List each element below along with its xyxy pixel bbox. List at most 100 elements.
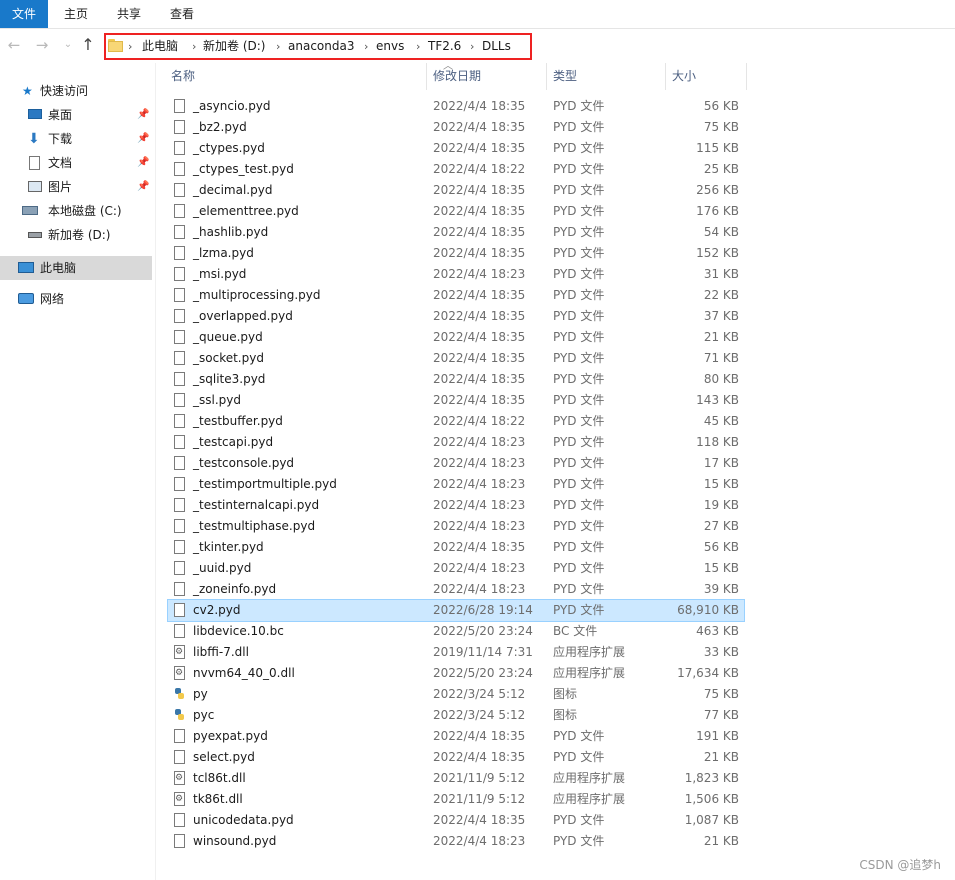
breadcrumb-anaconda3[interactable]: anaconda3 — [288, 35, 354, 58]
file-row[interactable]: _elementtree.pyd 2022/4/4 18:35 PYD 文件 176 … — [168, 201, 744, 222]
file-row[interactable]: py 2022/3/24 5:12 图标 75 KB — [168, 684, 744, 705]
file-name: _sqlite3.pyd — [193, 372, 266, 386]
file-date: 2022/4/4 18:23 — [433, 834, 526, 848]
file-row[interactable]: _ctypes.pyd 2022/4/4 18:35 PYD 文件 115 KB — [168, 138, 744, 159]
file-type: PYD 文件 — [553, 183, 605, 197]
file-name: _ctypes_test.pyd — [193, 162, 294, 176]
file-row[interactable]: _sqlite3.pyd 2022/4/4 18:35 PYD 文件 80 KB — [168, 369, 744, 390]
chevron-down-icon[interactable]: ⌄ — [58, 35, 78, 55]
file-row[interactable]: _queue.pyd 2022/4/4 18:35 PYD 文件 21 KB — [168, 327, 744, 348]
file-row[interactable]: _overlapped.pyd 2022/4/4 18:35 PYD 文件 37 KB — [168, 306, 744, 327]
pin-icon: 📌 — [137, 133, 150, 144]
column-date-modified[interactable]: 修改日期 — [427, 63, 547, 90]
file-size: 1,087 KB — [684, 813, 739, 827]
file-size: 37 KB — [703, 309, 739, 323]
file-row[interactable]: _testconsole.pyd 2022/4/4 18:23 PYD 文件 17 K… — [168, 453, 744, 474]
file-icon — [174, 540, 185, 554]
sidebar-item-this-pc[interactable]: 此电脑 — [0, 256, 152, 280]
file-row[interactable]: winsound.pyd 2022/4/4 18:23 PYD 文件 21 KB — [168, 831, 744, 852]
tab-view[interactable]: 查看 — [160, 0, 204, 28]
file-row[interactable]: pyexpat.pyd 2022/4/4 18:35 PYD 文件 191 KB — [168, 726, 744, 747]
file-type: PYD 文件 — [553, 246, 605, 260]
file-type: PYD 文件 — [553, 435, 605, 449]
file-row[interactable]: libdevice.10.bc 2022/5/20 23:24 BC 文件 463 K… — [168, 621, 744, 642]
file-type: PYD 文件 — [553, 834, 605, 848]
arrow-up-icon[interactable]: ↑ — [78, 35, 98, 55]
file-icon — [174, 582, 185, 596]
sidebar-item-documents[interactable]: 文档 📌 — [0, 151, 152, 175]
file-row[interactable]: _asyncio.pyd 2022/4/4 18:35 PYD 文件 56 KB — [168, 96, 744, 117]
file-size: 17 KB — [703, 456, 739, 470]
file-date: 2022/6/28 19:14 — [433, 603, 533, 617]
file-row[interactable]: tk86t.dll 2021/11/9 5:12 应用程序扩展 1,506 KB — [168, 789, 744, 810]
breadcrumb-tf26[interactable]: TF2.6 — [428, 35, 461, 58]
file-row[interactable]: _decimal.pyd 2022/4/4 18:35 PYD 文件 256 KB — [168, 180, 744, 201]
file-name: _socket.pyd — [193, 351, 264, 365]
file-date: 2022/4/4 18:23 — [433, 435, 526, 449]
file-row[interactable]: select.pyd 2022/4/4 18:35 PYD 文件 21 KB — [168, 747, 744, 768]
file-row[interactable]: _testinternalcapi.pyd 2022/4/4 18:23 PYD 文… — [168, 495, 744, 516]
file-row[interactable]: _testbuffer.pyd 2022/4/4 18:22 PYD 文件 45 KB — [168, 411, 744, 432]
sidebar-item-network[interactable]: 网络 — [0, 287, 152, 311]
file-name: _asyncio.pyd — [193, 99, 271, 113]
tab-share[interactable]: 共享 — [107, 0, 151, 28]
sidebar-item-downloads[interactable]: ⬇ 下载 📌 — [0, 127, 152, 151]
file-row[interactable]: pyc 2022/3/24 5:12 图标 77 KB — [168, 705, 744, 726]
file-row[interactable]: cv2.pyd 2022/6/28 19:14 PYD 文件 68,910 KB — [167, 599, 745, 622]
file-row[interactable]: _msi.pyd 2022/4/4 18:23 PYD 文件 31 KB — [168, 264, 744, 285]
dll-file-icon — [174, 789, 185, 810]
file-row[interactable]: _ssl.pyd 2022/4/4 18:35 PYD 文件 143 KB — [168, 390, 744, 411]
file-row[interactable]: _tkinter.pyd 2022/4/4 18:35 PYD 文件 56 KB — [168, 537, 744, 558]
file-row[interactable]: unicodedata.pyd 2022/4/4 18:35 PYD 文件 1,087… — [168, 810, 744, 831]
file-type: PYD 文件 — [553, 372, 605, 386]
file-date: 2022/4/4 18:23 — [433, 498, 526, 512]
file-row[interactable]: _bz2.pyd 2022/4/4 18:35 PYD 文件 75 KB — [168, 117, 744, 138]
breadcrumb-envs[interactable]: envs — [376, 35, 404, 58]
file-row[interactable]: _lzma.pyd 2022/4/4 18:35 PYD 文件 152 KB — [168, 243, 744, 264]
sidebar-item-desktop[interactable]: 桌面 📌 — [0, 103, 152, 127]
sidebar-item-drive-c[interactable]: 本地磁盘 (C:) — [0, 199, 152, 223]
sidebar-item-pictures[interactable]: 图片 📌 — [0, 175, 152, 199]
column-size[interactable]: 大小 — [666, 63, 747, 90]
file-name: _testmultiphase.pyd — [193, 519, 316, 533]
file-row[interactable]: _socket.pyd 2022/4/4 18:35 PYD 文件 71 KB — [168, 348, 744, 369]
breadcrumb-dlls[interactable]: DLLs — [482, 35, 511, 58]
file-row[interactable]: tcl86t.dll 2021/11/9 5:12 应用程序扩展 1,823 KB — [168, 768, 744, 789]
file-row[interactable]: _multiprocessing.pyd 2022/4/4 18:35 PYD 文件… — [168, 285, 744, 306]
file-size: 176 KB — [696, 204, 739, 218]
file-icon — [174, 183, 185, 197]
file-icon — [174, 288, 185, 302]
file-row[interactable]: _testmultiphase.pyd 2022/4/4 18:23 PYD 文件 2… — [168, 516, 744, 537]
file-row[interactable]: nvvm64_40_0.dll 2022/5/20 23:24 应用程序扩展 17,6… — [168, 663, 744, 684]
sidebar-item-drive-d[interactable]: 新加卷 (D:) — [0, 223, 152, 247]
column-name[interactable]: 名称 — [165, 63, 427, 90]
column-type[interactable]: 类型 — [547, 63, 666, 90]
file-row[interactable]: _hashlib.pyd 2022/4/4 18:35 PYD 文件 54 KB — [168, 222, 744, 243]
sidebar-item-quick-access[interactable]: ★ 快速访问 — [0, 79, 152, 103]
file-row[interactable]: _zoneinfo.pyd 2022/4/4 18:23 PYD 文件 39 KB — [168, 579, 744, 600]
file-row[interactable]: _testimportmultiple.pyd 2022/4/4 18:23 PYD… — [168, 474, 744, 495]
file-icon — [174, 351, 185, 365]
tab-home[interactable]: 主页 — [54, 0, 98, 28]
file-row[interactable]: _testcapi.pyd 2022/4/4 18:23 PYD 文件 118 KB — [168, 432, 744, 453]
file-icon — [174, 750, 185, 764]
arrow-right-icon[interactable]: → — [32, 35, 52, 55]
file-date: 2022/4/4 18:23 — [433, 519, 526, 533]
file-row[interactable]: _ctypes_test.pyd 2022/4/4 18:22 PYD 文件 25 K… — [168, 159, 744, 180]
breadcrumb-this-pc[interactable]: 此电脑 — [142, 35, 178, 58]
file-date: 2022/4/4 18:35 — [433, 204, 526, 218]
chevron-right-icon: › — [128, 40, 133, 53]
file-row[interactable]: libffi-7.dll 2019/11/14 7:31 应用程序扩展 33 KB — [168, 642, 744, 663]
file-row[interactable]: _uuid.pyd 2022/4/4 18:23 PYD 文件 15 KB — [168, 558, 744, 579]
folder-icon — [108, 39, 123, 52]
arrow-left-icon[interactable]: ← — [4, 35, 24, 55]
tab-file[interactable]: 文件 — [0, 0, 48, 28]
file-icon — [174, 456, 185, 470]
network-icon — [18, 293, 34, 304]
file-size: 56 KB — [703, 540, 739, 554]
file-icon — [174, 435, 185, 449]
breadcrumb-drive-d[interactable]: 新加卷 (D:) — [203, 35, 265, 58]
file-date: 2022/4/4 18:35 — [433, 540, 526, 554]
address-bar[interactable]: › 此电脑 › 新加卷 (D:) › anaconda3 › envs › TF… — [104, 33, 532, 60]
file-name: _zoneinfo.pyd — [193, 582, 277, 596]
